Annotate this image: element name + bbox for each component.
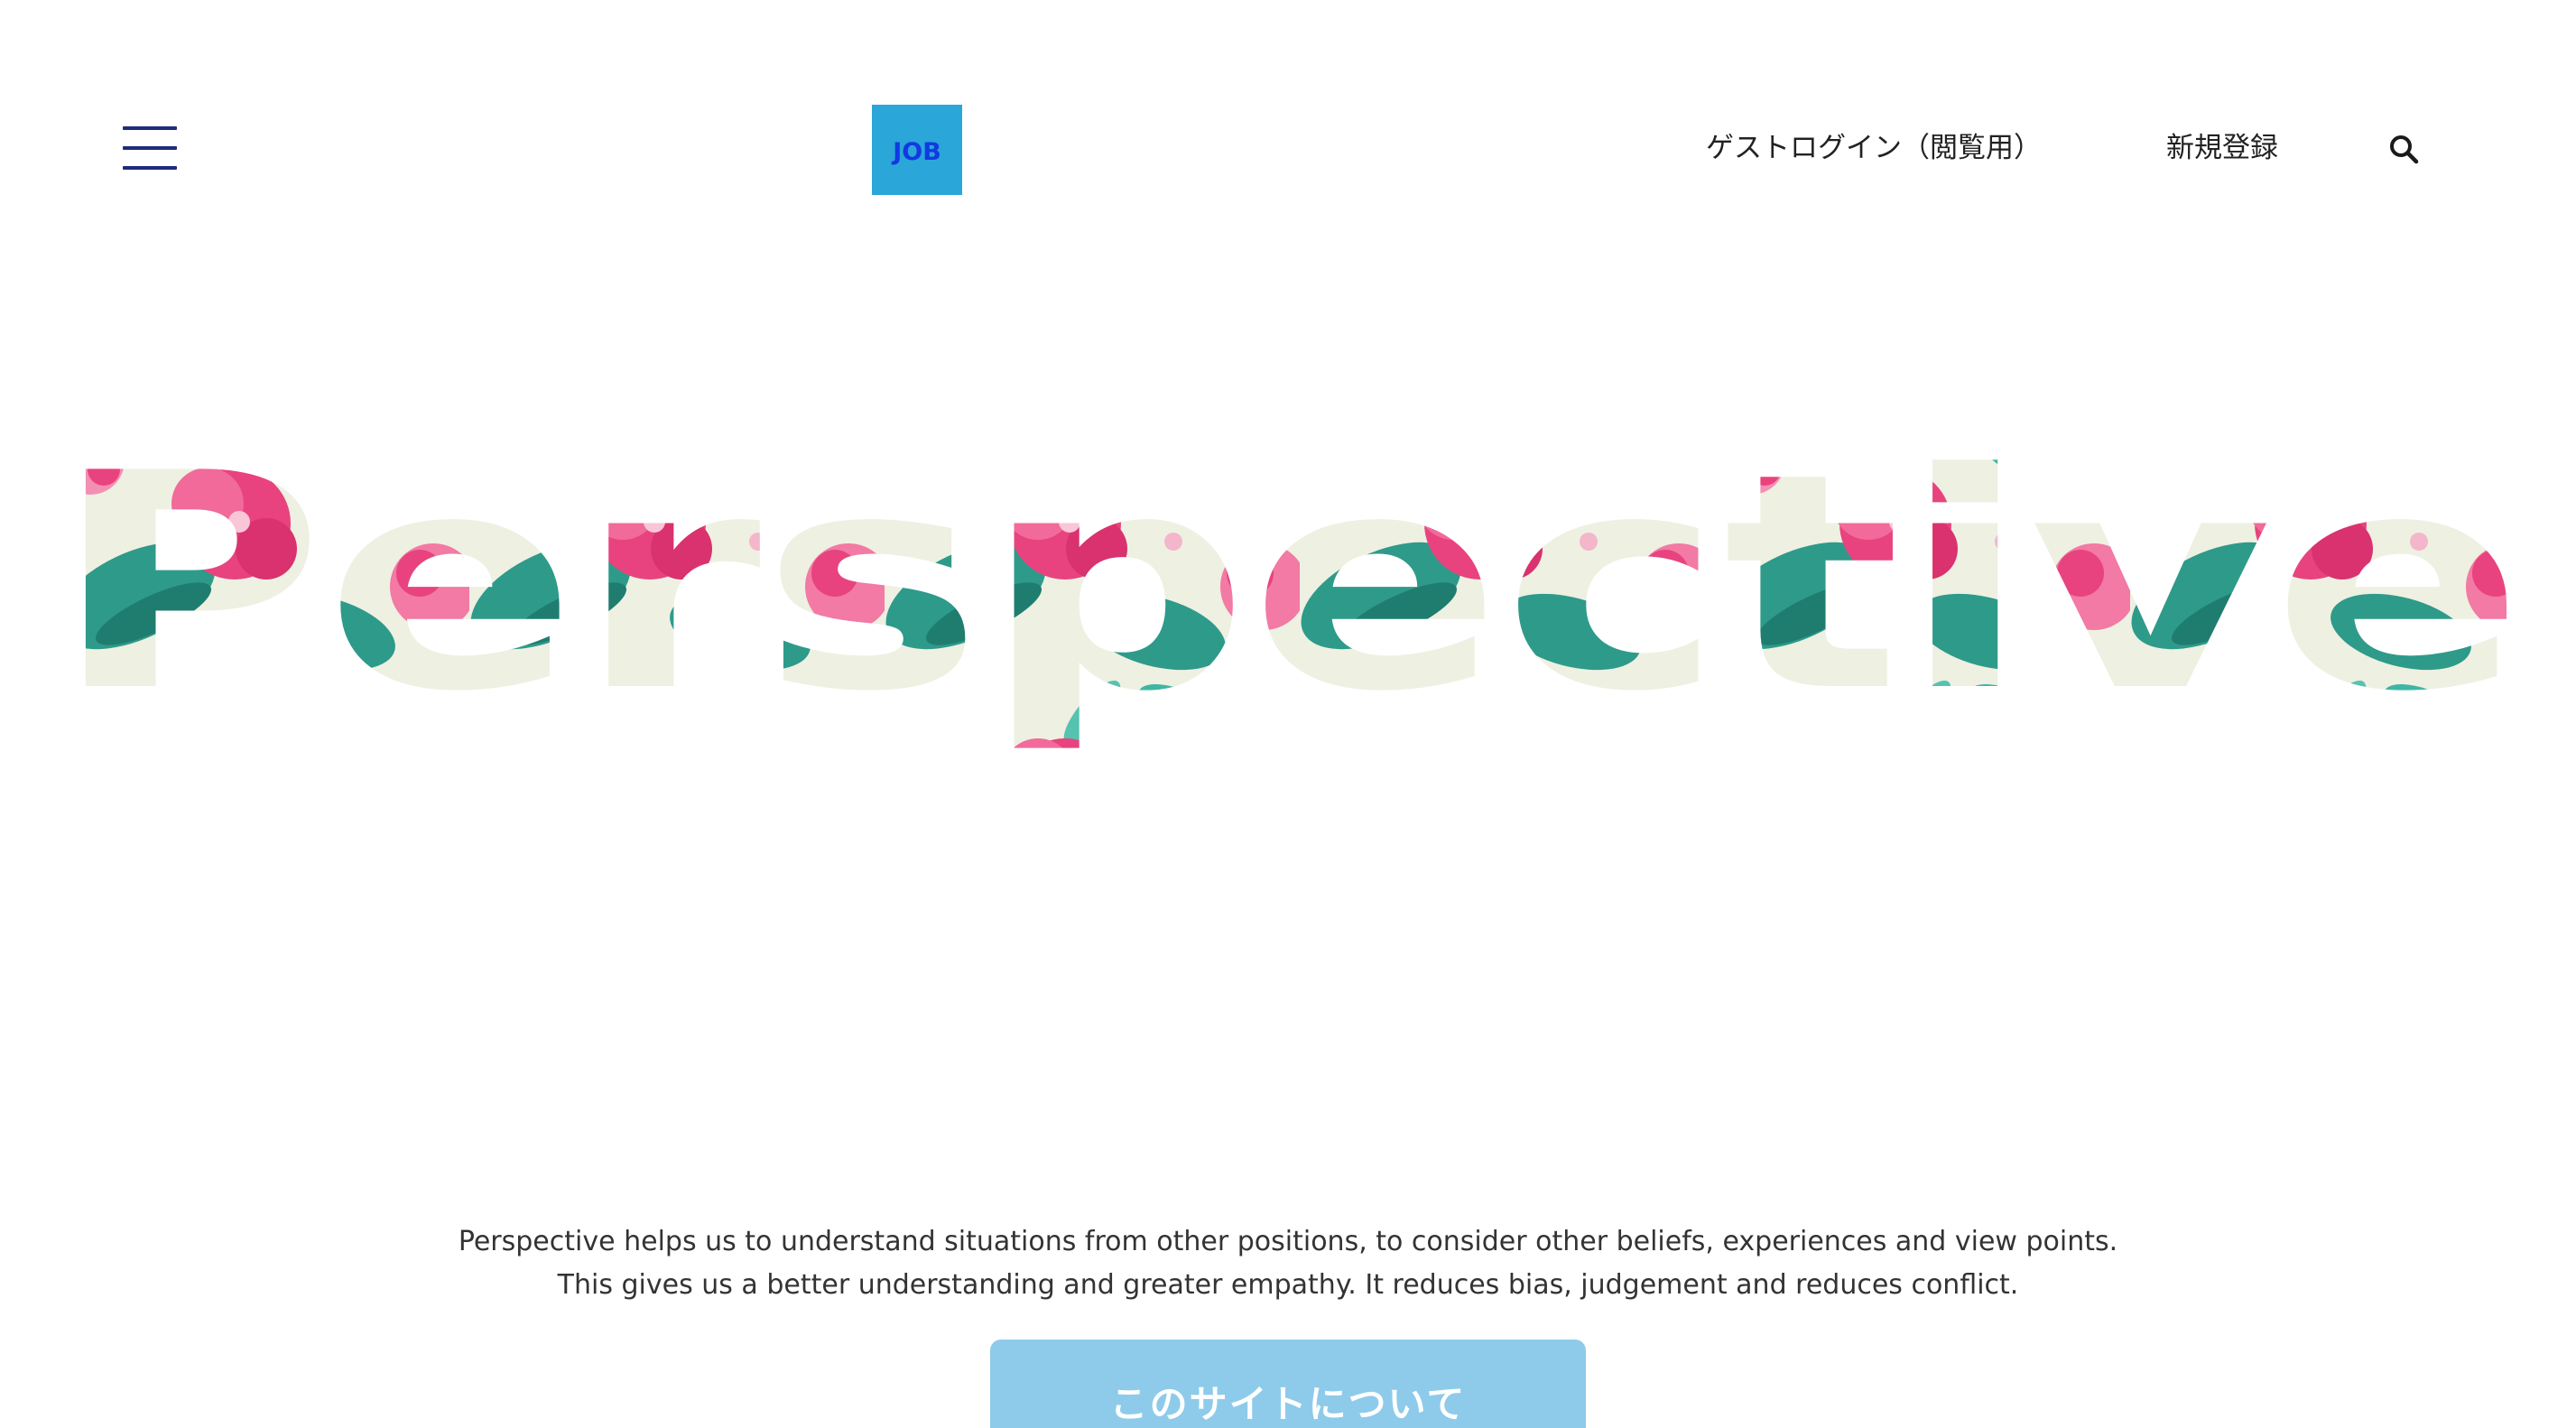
guest-login-link[interactable]: ゲストログイン（閲覧用） — [1706, 128, 2042, 168]
description: Perspective helps us to understand situa… — [0, 1220, 2576, 1307]
hero-title: Perspective — [0, 388, 2576, 767]
hero-title-text: Perspective — [51, 410, 2525, 756]
about-site-button[interactable]: このサイトについて — [990, 1340, 1586, 1428]
register-link[interactable]: 新規登録 — [2166, 128, 2278, 168]
hamburger-menu-icon[interactable] — [123, 123, 177, 173]
menu-line — [123, 126, 177, 130]
logo[interactable]: JOB — [872, 105, 962, 195]
description-line-1: Perspective helps us to understand situa… — [458, 1226, 2118, 1257]
logo-text: JOB — [893, 137, 941, 166]
page: JOB ゲストログイン（閲覧用） 新規登録 Perspective Perspe… — [0, 0, 2576, 1428]
description-line-2: This gives us a better understanding and… — [557, 1269, 2019, 1301]
menu-line — [123, 166, 177, 170]
search-icon[interactable] — [2386, 132, 2423, 168]
about-site-button-label: このサイトについて — [1109, 1382, 1467, 1426]
menu-line — [123, 146, 177, 150]
